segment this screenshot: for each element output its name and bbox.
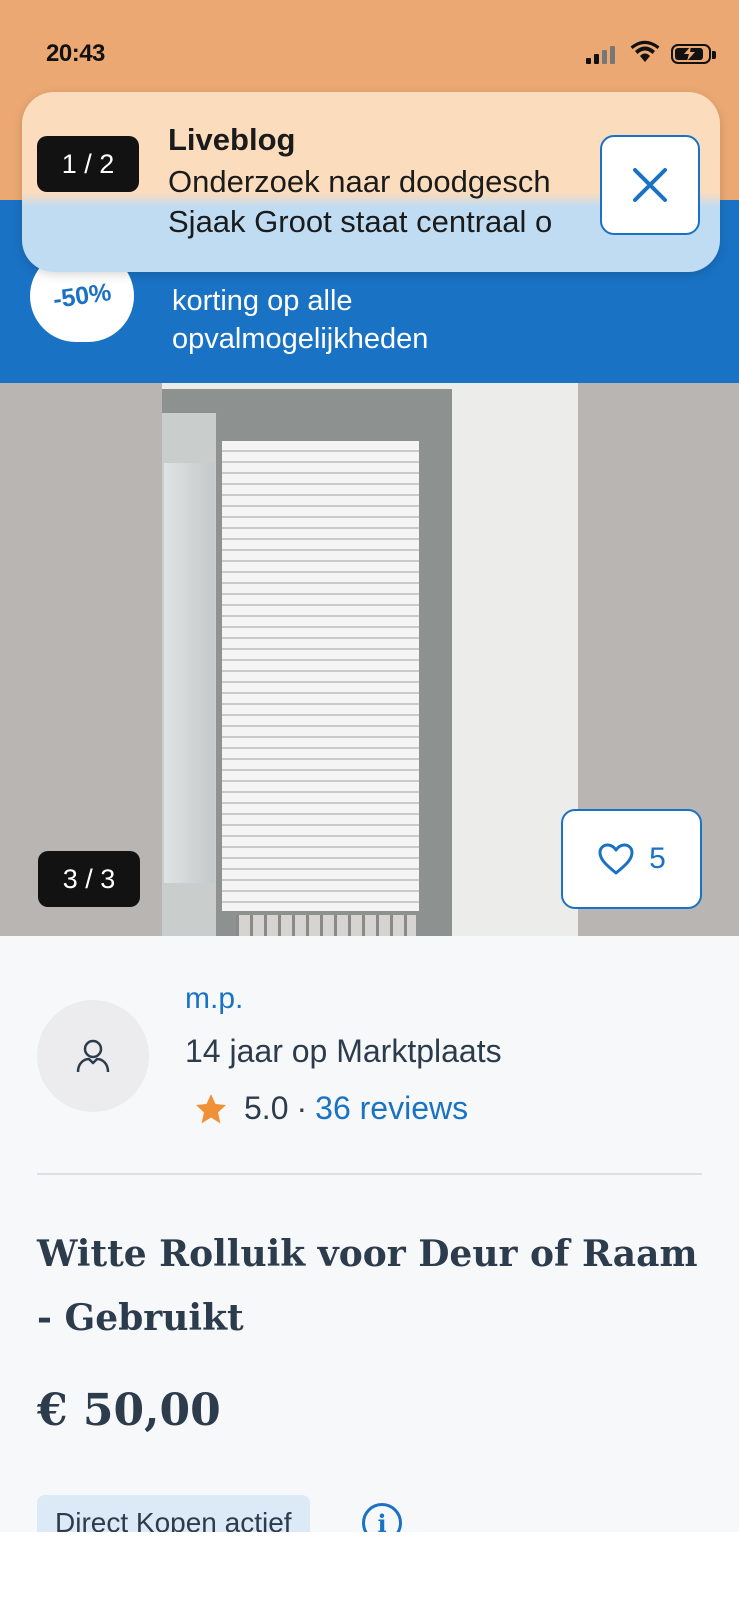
notification-line2: Sjaak Groot staat centraal o — [168, 204, 553, 239]
seller-rating: 5.0 · 36 reviews — [194, 1090, 468, 1127]
seller-member-since: 14 jaar op Marktplaats — [185, 1033, 502, 1069]
seller-name-link[interactable]: m.p. — [185, 982, 243, 1016]
rating-separator: · — [296, 1090, 308, 1126]
divider — [37, 1173, 702, 1175]
signal-icon — [586, 46, 615, 64]
listing-title: Witte Rolluik voor Deur of Raam - Gebrui… — [37, 1233, 698, 1339]
star-icon — [196, 1093, 226, 1123]
notification-title: Liveblog — [168, 122, 296, 157]
image-counter: 3 / 3 — [38, 851, 140, 907]
battery-charging-icon — [671, 44, 716, 64]
promo-text-line1: korting op alle — [172, 285, 353, 317]
reviews-link[interactable]: 36 reviews — [315, 1090, 468, 1127]
discount-badge-text: -50% — [51, 277, 113, 314]
liveblog-notification[interactable]: 1 / 2 Liveblog Onderzoek naar doodgesch … — [22, 92, 720, 272]
notification-counter: 1 / 2 — [37, 136, 139, 192]
promo-text-line2: opvalmogelijkheden — [172, 323, 429, 355]
promo-text: korting op alle opvalmogelijkheden — [172, 282, 428, 358]
notification-close-button[interactable] — [600, 135, 700, 235]
seller-avatar[interactable] — [37, 1000, 149, 1112]
favorite-button[interactable]: 5 — [561, 809, 702, 909]
listing-price: € 50,00 — [37, 1385, 221, 1436]
wifi-icon — [630, 40, 660, 62]
bottom-area — [0, 1532, 739, 1600]
heart-icon — [598, 843, 634, 875]
user-icon — [76, 1039, 110, 1073]
favorite-count: 5 — [649, 842, 666, 875]
close-icon — [633, 168, 667, 202]
notification-line1: Onderzoek naar doodgesch — [168, 164, 551, 199]
status-time: 20:43 — [46, 40, 105, 67]
roller-shutter-image — [222, 441, 419, 911]
rating-value: 5.0 — [244, 1090, 289, 1126]
